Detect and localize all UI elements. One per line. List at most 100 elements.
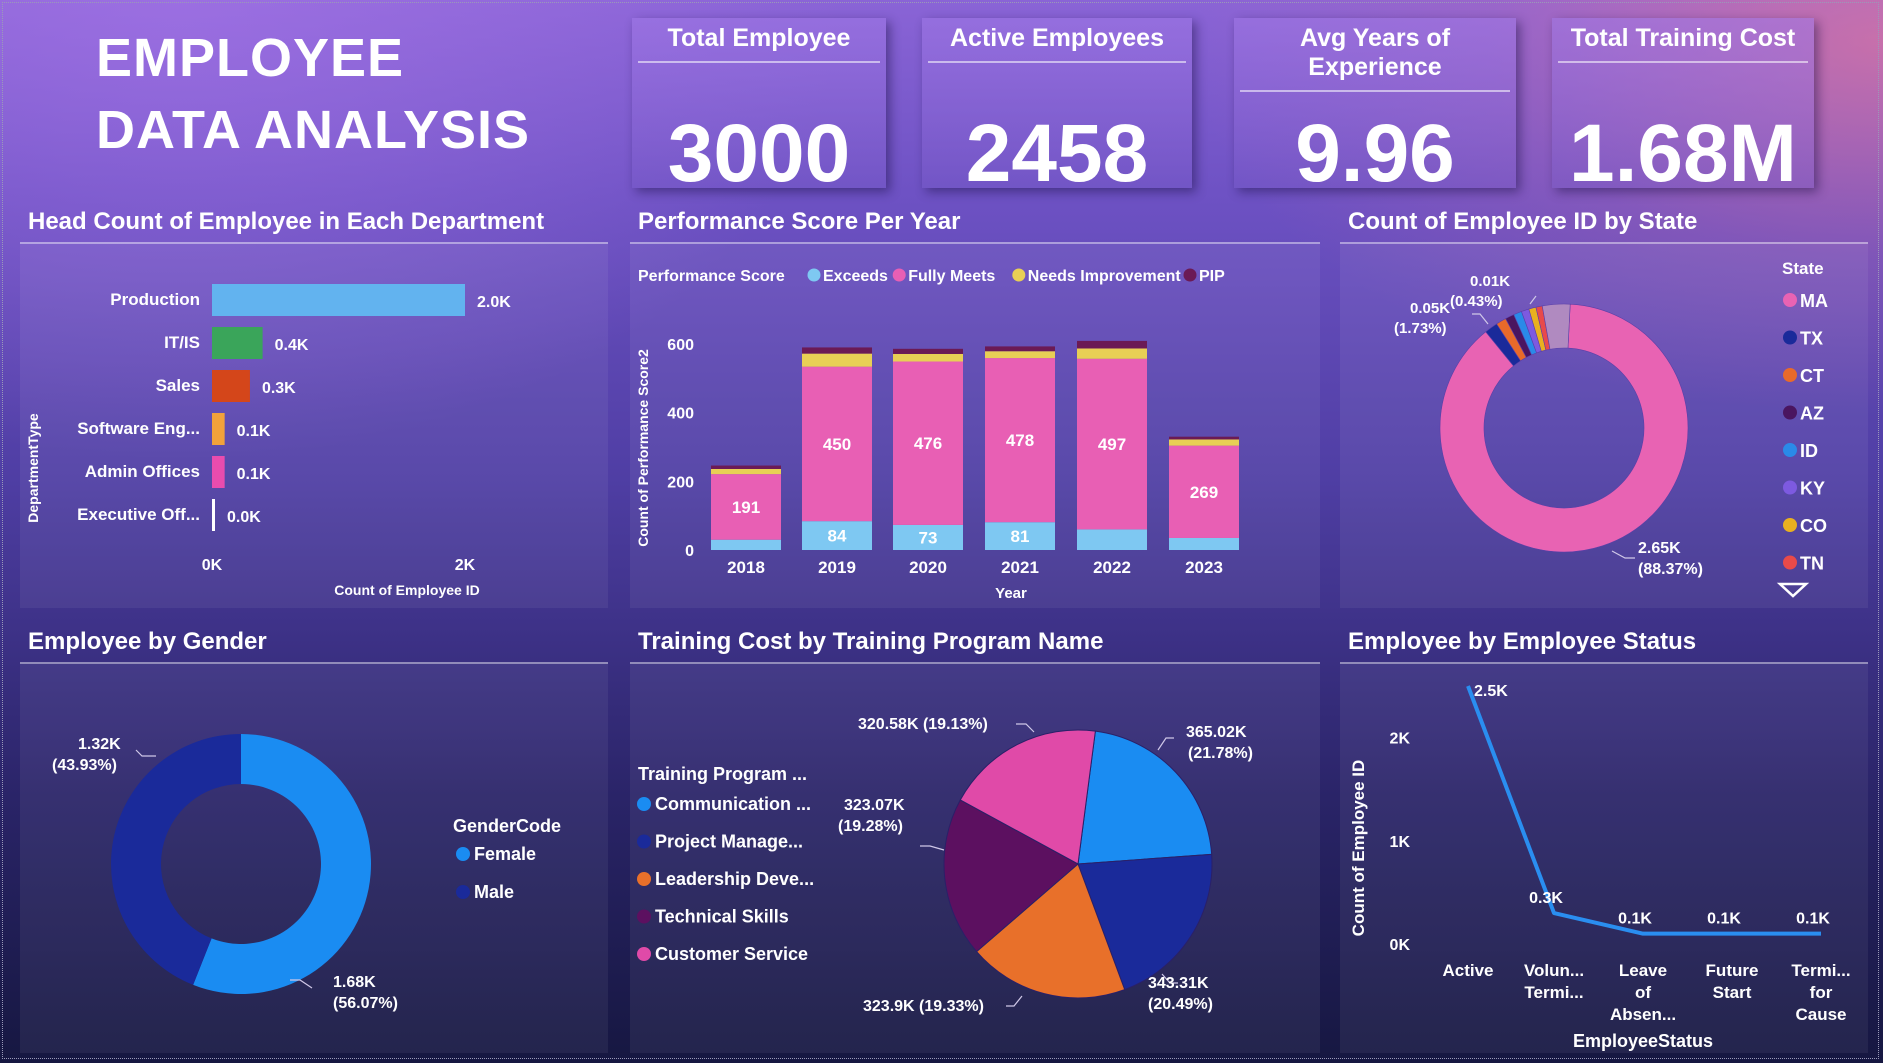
category-label: Admin Offices — [85, 462, 200, 481]
state-donut-chart: 2.65K (88.37%) 0.05K (1.73%) 0.01K (0.43%) Sta… — [1394, 259, 1828, 598]
data-label: 81 — [1011, 527, 1030, 546]
legend-marker — [456, 847, 470, 861]
x-tick-label: 2022 — [1093, 558, 1131, 577]
data-label: (21.78%) — [1188, 745, 1253, 762]
kpi-value: 1.68M — [1569, 108, 1797, 199]
x-tick-label: Active — [1442, 961, 1493, 980]
kpi-card-total-employee[interactable]: Total Employee 3000 — [632, 18, 886, 199]
data-label: 0.4K — [275, 337, 309, 354]
legend-label: Exceeds — [823, 268, 888, 285]
y-axis-label: Count of Performance Score2 — [635, 349, 651, 547]
x-tick-label: Future — [1706, 961, 1759, 980]
x-tick-label: 2023 — [1185, 558, 1223, 577]
data-label: 343.31K — [1148, 975, 1209, 992]
x-tick-label: Start — [1713, 983, 1752, 1002]
legend-marker — [1012, 268, 1026, 282]
kpi-value: 2458 — [965, 108, 1149, 199]
title-line-2: DATA ANALYSIS — [96, 100, 531, 160]
leader-line — [1016, 723, 1035, 733]
category-label: IT/IS — [164, 333, 200, 352]
panel-employees-by-state[interactable]: Count of Employee ID by State 2.65K (88.3… — [1340, 208, 1868, 608]
legend-label: Leadership Deve... — [655, 869, 814, 889]
legend-marker — [1783, 368, 1797, 382]
legend-label: Fully Meets — [908, 268, 995, 285]
category-label: Software Eng... — [77, 419, 200, 438]
legend-scroll-down-icon — [1776, 582, 1810, 598]
legend-marker — [892, 268, 906, 282]
bar-segment — [985, 351, 1055, 359]
data-label: 0.1K — [1707, 911, 1741, 928]
x-axis-label: Year — [995, 585, 1027, 602]
performance-stacked-bar-chart: Performance Score Exceeds Fully Meets Needs… — [635, 268, 1239, 602]
bar-segment — [893, 348, 963, 354]
y-tick-label: 0K — [1390, 937, 1411, 954]
x-tick-label: Volun... — [1524, 961, 1584, 980]
y-tick-label: 2K — [1390, 731, 1411, 748]
bar-segment — [711, 539, 781, 550]
category-label: Executive Off... — [77, 505, 200, 524]
x-axis-label: EmployeeStatus — [1573, 1031, 1713, 1051]
legend-marker — [637, 872, 651, 886]
kpi-card-avg-experience[interactable]: Avg Years of Experience 9.96 — [1234, 18, 1516, 199]
x-tick-label: 0K — [202, 557, 223, 574]
legend-label: TX — [1800, 329, 1823, 349]
panel-employee-status[interactable]: Employee by Employee Status Count of Emp… — [1340, 628, 1868, 1053]
data-label: 476 — [914, 434, 942, 453]
data-label: 0.01K — [1470, 273, 1510, 290]
legend-label: Male — [474, 882, 514, 902]
x-tick-label: Termi... — [1791, 961, 1850, 980]
y-axis-label: Count of Employee ID — [1349, 760, 1368, 937]
bar — [212, 456, 225, 488]
status-line-chart: Count of Employee ID 0K 1K 2K 2.5K 0.3K 0.1K 0.… — [1349, 683, 1851, 1051]
title-line-1: EMPLOYEE — [96, 28, 405, 88]
data-label: 1.68K — [333, 974, 376, 991]
data-label: 323.07K — [844, 797, 905, 814]
data-label: (56.07%) — [333, 995, 398, 1012]
data-label: (20.49%) — [1148, 996, 1213, 1013]
data-label: 0.1K — [1796, 911, 1830, 928]
legend-label: AZ — [1800, 404, 1824, 424]
data-label: 191 — [732, 498, 760, 517]
training-pie-chart: 365.02K (21.78%) 343.31K (20.49%) 323.9K (19… — [637, 716, 1253, 1015]
panel-training-cost[interactable]: Training Cost by Training Program Name 3… — [630, 628, 1320, 1053]
status-line — [1466, 685, 1821, 936]
data-label: 497 — [1098, 435, 1126, 454]
data-label: 478 — [1006, 431, 1034, 450]
kpi-card-active-employees[interactable]: Active Employees 2458 — [922, 18, 1192, 199]
panel-employee-by-gender[interactable]: Employee by Gender 1.68K (56.07%) 1.32K (43… — [20, 628, 608, 1053]
y-tick-label: 200 — [667, 474, 694, 491]
x-tick-label: for — [1810, 983, 1833, 1002]
bar-segment — [1077, 340, 1147, 349]
bar — [212, 413, 225, 445]
y-tick-label: 0 — [685, 543, 694, 560]
leader-line — [1006, 995, 1023, 1007]
panel-performance-per-year[interactable]: Performance Score Per Year Performance S… — [630, 208, 1320, 608]
legend-title: Training Program ... — [638, 764, 807, 784]
data-label: (1.73%) — [1394, 320, 1447, 337]
data-label: (0.43%) — [1450, 293, 1503, 310]
legend-title: GenderCode — [453, 816, 561, 836]
panel-department-headcount[interactable]: Head Count of Employee in Each Departmen… — [20, 208, 608, 608]
gender-donut-chart: 1.68K (56.07%) 1.32K (43.93%) GenderCode Fema… — [52, 734, 561, 1012]
legend-marker — [1783, 443, 1797, 457]
legend-label: Customer Service — [655, 944, 808, 964]
data-label: 2.65K — [1638, 540, 1681, 557]
legend-label: TN — [1800, 554, 1824, 574]
x-axis-label: Count of Employee ID — [334, 582, 479, 598]
data-label: 2.0K — [477, 294, 511, 311]
legend-label: Technical Skills — [655, 907, 789, 927]
legend-marker — [637, 947, 651, 961]
data-label: 323.9K (19.33%) — [863, 998, 984, 1015]
legend-label: MA — [1800, 291, 1828, 311]
legend-title: State — [1782, 259, 1824, 278]
kpi-value: 9.96 — [1295, 108, 1455, 199]
leader-line — [135, 749, 156, 757]
kpi-card-total-training-cost[interactable]: Total Training Cost 1.68M — [1552, 18, 1814, 199]
data-label: 0.1K — [237, 423, 271, 440]
bar — [212, 499, 215, 531]
legend-marker — [456, 885, 470, 899]
legend-label: CT — [1800, 366, 1824, 386]
data-label: 450 — [823, 435, 851, 454]
legend-marker — [1783, 480, 1797, 495]
bar — [212, 370, 250, 402]
